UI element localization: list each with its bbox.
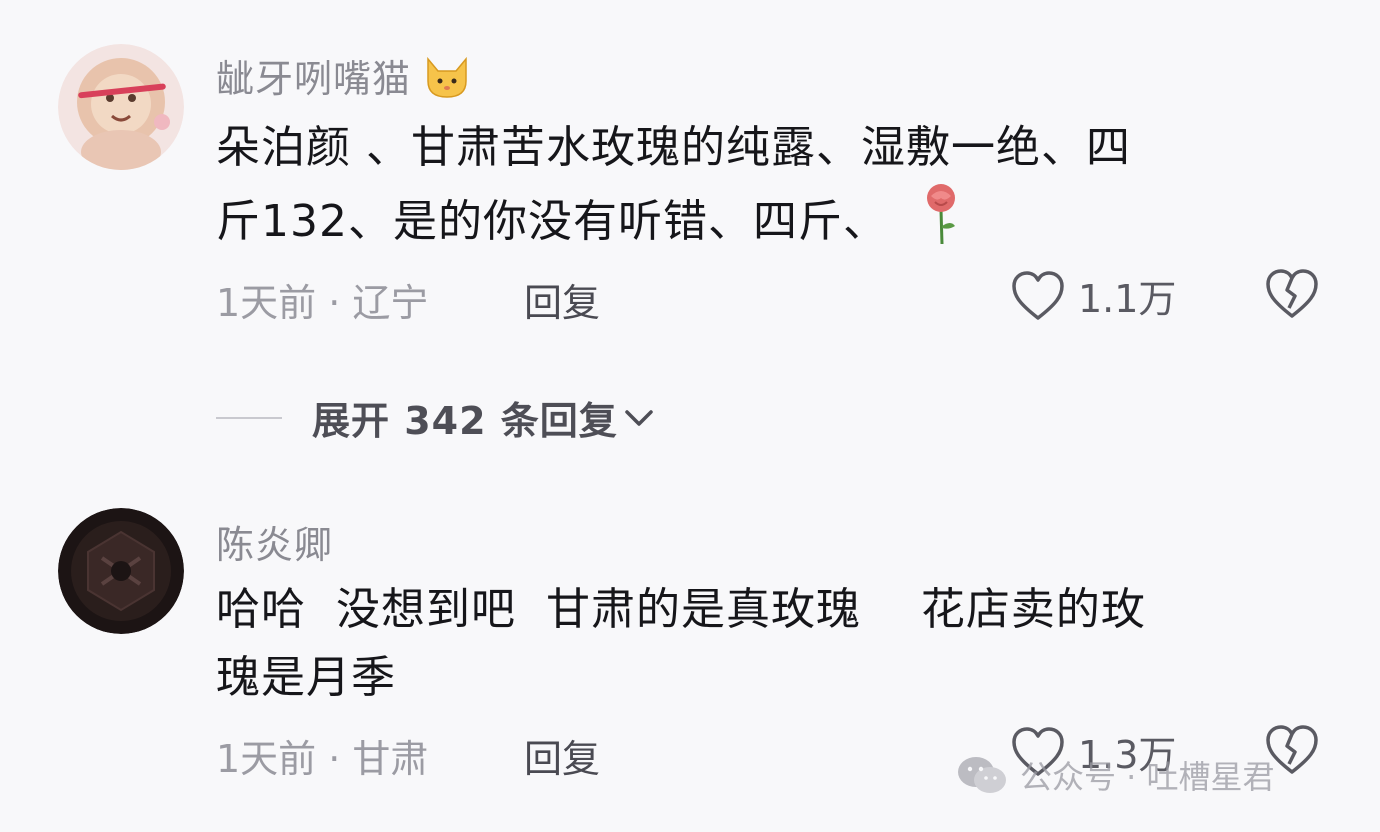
reply-button[interactable]: 回复 — [524, 728, 600, 783]
comment-text-line: 朵泊颜 、甘肃苦水玫瑰的纯露、湿敷一绝、四 — [216, 122, 1131, 173]
like-button[interactable]: 1.1万 — [1010, 268, 1176, 323]
expand-replies-label: 展开 342 条回复 — [312, 399, 618, 443]
comment-timestamp-location: 1天前 · 甘肃 — [216, 737, 429, 781]
comment-text: 朵泊颜 、甘肃苦水玫瑰的纯露、湿敷一绝、四 斤132、是的你没有听错、四斤、 — [216, 114, 1316, 266]
comment-text-line: 瑰是月季 — [216, 652, 396, 703]
username[interactable]: 陈炎卿 — [216, 514, 333, 569]
watermark-text: 公众号 · 吐槽星君 — [1020, 758, 1275, 796]
divider-line — [216, 416, 282, 419]
wechat-icon — [958, 757, 1006, 793]
avatar[interactable] — [58, 44, 184, 170]
reply-button[interactable]: 回复 — [524, 272, 600, 327]
comment-text: 哈哈 没想到吧 甘肃的是真玫瑰 花店卖的玫 瑰是月季 — [216, 576, 1316, 712]
chevron-down-icon — [625, 409, 653, 426]
expand-replies-button[interactable]: 展开 342 条回复 — [216, 390, 656, 445]
username[interactable]: 龇牙咧嘴猫 — [216, 48, 470, 108]
like-count: 1.1万 — [1078, 277, 1177, 321]
comment-text-line: 斤132、是的你没有听错、四斤、 — [216, 182, 1316, 266]
cat-face-emoji-icon — [424, 55, 470, 108]
comment-text-line: 哈哈 没想到吧 甘肃的是真玫瑰 花店卖的玫 — [216, 584, 1146, 635]
comment-list: 龇牙咧嘴猫 朵泊颜 、甘肃苦水玫瑰的纯露、湿敷一绝、四 斤132、是的你没有听错… — [0, 0, 1380, 832]
heart-icon — [1012, 270, 1064, 320]
comment-timestamp-location: 1天前 · 辽宁 — [216, 281, 429, 325]
avatar[interactable] — [58, 508, 184, 634]
dislike-button[interactable] — [1264, 268, 1320, 324]
broken-heart-icon — [1266, 269, 1318, 318]
watermark: 公众号 · 吐槽星君 — [956, 752, 1275, 798]
rose-emoji-icon — [921, 182, 961, 266]
